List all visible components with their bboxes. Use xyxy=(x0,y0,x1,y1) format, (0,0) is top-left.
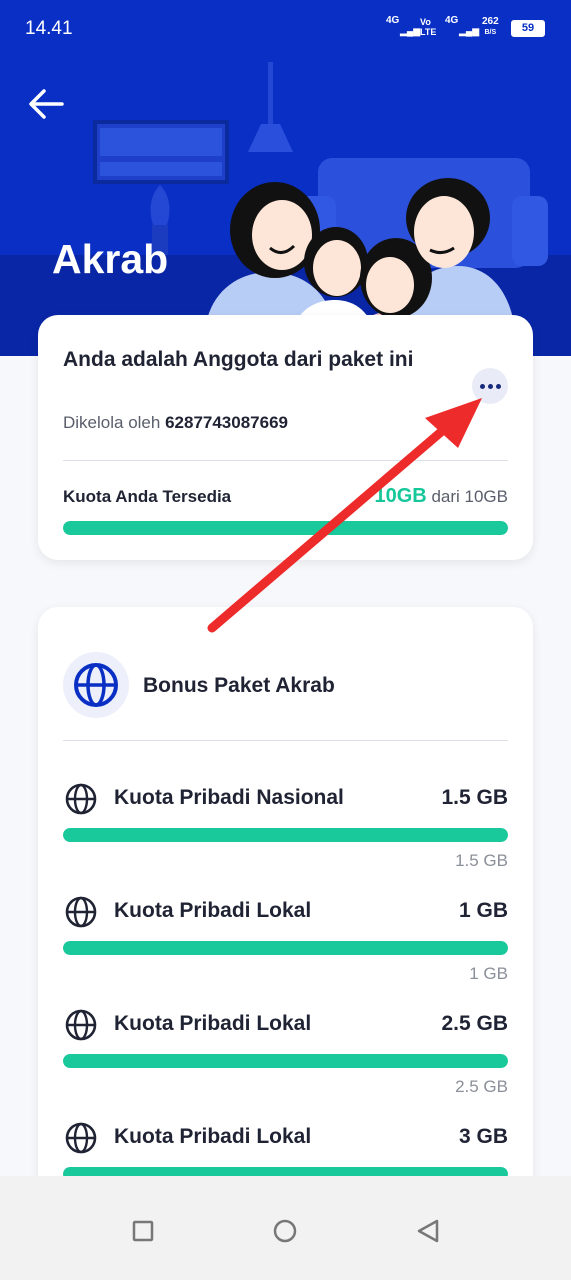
bonus-item-progress-fill xyxy=(63,1054,508,1068)
battery-icon: 59 xyxy=(511,20,545,37)
bonus-item-progress-fill xyxy=(63,941,508,955)
more-dot xyxy=(488,384,493,389)
bonus-item-amount: 1 GB xyxy=(458,899,508,922)
network-speed-value: 262 xyxy=(482,16,499,27)
network-speed: 262 B/S xyxy=(482,17,499,38)
bonus-globe-badge xyxy=(63,652,129,718)
quota-progress-fill xyxy=(63,521,508,535)
bonus-item-name: Kuota Pribadi Lokal xyxy=(114,899,312,922)
bonus-item-amount: 1.5 GB xyxy=(441,786,508,809)
membership-card: Anda adalah Anggota dari paket ini Dikel… xyxy=(38,315,533,560)
bonus-item-amount: 2.5 GB xyxy=(441,1012,508,1035)
signal-icon-2: ▂▄▆ xyxy=(459,26,480,36)
bonus-item-progress-bar xyxy=(63,1054,508,1068)
quota-value: 10GB dari 10GB xyxy=(374,485,508,508)
quota-available: 10GB xyxy=(374,485,427,507)
quota-progress-bar xyxy=(63,521,508,535)
system-navigation-bar xyxy=(0,1176,571,1280)
bonus-item-progress-fill xyxy=(63,828,508,842)
divider xyxy=(63,460,508,461)
bonus-item-progress-bar xyxy=(63,828,508,842)
managed-by: Dikelola oleh 6287743087669 xyxy=(63,413,288,433)
network-indicator-2: 4G xyxy=(445,15,459,26)
bonus-item-name: Kuota Pribadi Nasional xyxy=(114,786,344,809)
bonus-item-remaining: 1 GB xyxy=(469,964,508,983)
bonus-title: Bonus Paket Akrab xyxy=(143,674,335,697)
quota-label: Kuota Anda Tersedia xyxy=(63,487,232,506)
quota-total: dari 10GB xyxy=(431,487,508,506)
signal-icon: ▂▄▆ xyxy=(400,26,421,36)
volte-bottom: LTE xyxy=(420,27,437,37)
network-indicator-1: 4G xyxy=(386,15,400,26)
membership-title: Anda adalah Anggota dari paket ini xyxy=(63,348,414,371)
network-speed-unit: B/S xyxy=(484,29,497,36)
arrow-left-icon[interactable] xyxy=(26,86,66,122)
managed-by-label: Dikelola oleh xyxy=(63,413,161,432)
more-options-button[interactable] xyxy=(472,368,508,404)
status-time: 14.41 xyxy=(25,18,73,39)
more-dot xyxy=(496,384,501,389)
globe-icon xyxy=(74,663,118,707)
triangle-back-icon[interactable] xyxy=(408,1211,448,1251)
bonus-item-amount: 3 GB xyxy=(458,1125,508,1148)
bonus-item-progress-bar xyxy=(63,941,508,955)
page-title: Akrab xyxy=(52,236,169,282)
status-bar: 14.41 4G ▂▄▆ Vo LTE 4G ▂▄▆ 262 B/S 59 xyxy=(0,0,571,56)
managed-by-number: 6287743087669 xyxy=(165,413,288,432)
bonus-item-remaining: 1.5 GB xyxy=(455,851,508,870)
more-horizontal-icon xyxy=(480,384,485,389)
globe-icon xyxy=(65,1009,97,1041)
bonus-item-name: Kuota Pribadi Lokal xyxy=(114,1012,312,1035)
bonus-card: Bonus Paket Akrab Kuota Pribadi Nasional… xyxy=(38,607,533,1227)
divider xyxy=(63,740,508,741)
header-hero: 14.41 4G ▂▄▆ Vo LTE 4G ▂▄▆ 262 B/S 59 Ak… xyxy=(0,0,571,356)
globe-icon xyxy=(65,896,97,928)
volte-indicator: Vo LTE xyxy=(420,17,436,37)
globe-icon xyxy=(65,1122,97,1154)
bonus-item-name: Kuota Pribadi Lokal xyxy=(114,1125,312,1148)
circle-icon[interactable] xyxy=(265,1211,305,1251)
volte-top: Vo xyxy=(420,17,431,27)
bonus-item-remaining: 2.5 GB xyxy=(455,1077,508,1096)
globe-icon xyxy=(65,783,97,815)
screen: 14.41 4G ▂▄▆ Vo LTE 4G ▂▄▆ 262 B/S 59 Ak… xyxy=(0,0,571,1280)
square-icon[interactable] xyxy=(123,1211,163,1251)
